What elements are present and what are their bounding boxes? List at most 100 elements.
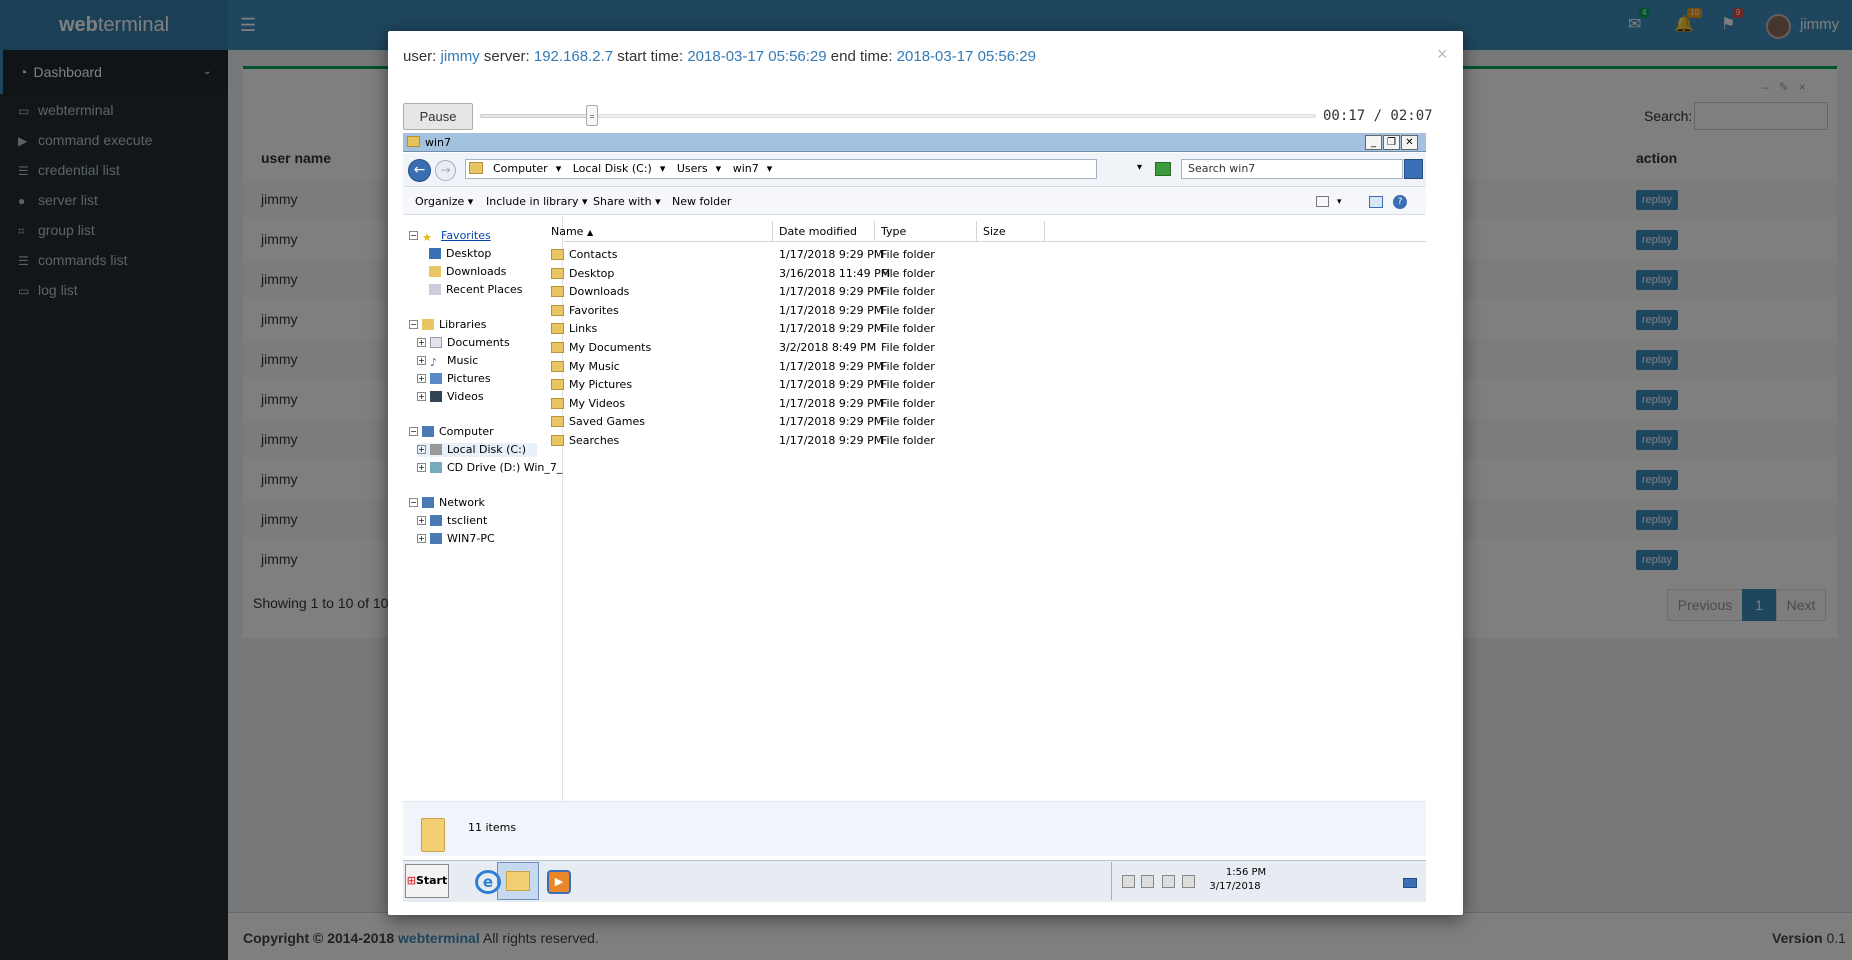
address-dropdown-icon[interactable]: ▾ xyxy=(1137,162,1142,173)
file-type[interactable]: File folder xyxy=(881,322,935,336)
tray-icon[interactable] xyxy=(1141,875,1154,888)
breadcrumb-item[interactable]: win7 xyxy=(733,162,759,175)
file-type-text: File folder xyxy=(881,396,935,410)
file-name[interactable]: My Pictures xyxy=(551,378,632,392)
dropdown-arrow-icon[interactable]: ▾ xyxy=(716,162,722,175)
new-folder-button[interactable]: New folder xyxy=(672,195,731,209)
file-date[interactable]: 1/17/2018 9:29 PM xyxy=(779,322,883,336)
file-date[interactable]: 1/17/2018 9:29 PM xyxy=(779,360,883,374)
nav-computer[interactable]: − Computer xyxy=(409,425,494,439)
nav-music[interactable]: + ♪ Music xyxy=(417,354,478,369)
share-with-menu[interactable]: Share with ▾ xyxy=(593,195,661,209)
internet-explorer-icon[interactable]: e xyxy=(475,870,501,894)
file-name[interactable]: My Videos xyxy=(551,397,625,411)
file-type[interactable]: File folder xyxy=(881,378,935,392)
show-desktop-icon[interactable] xyxy=(1403,878,1417,888)
file-date[interactable]: 1/17/2018 9:29 PM xyxy=(779,248,883,262)
nav-libraries[interactable]: − Libraries xyxy=(409,318,487,332)
nav-network[interactable]: − Network xyxy=(409,496,485,510)
file-name-text: Contacts xyxy=(569,248,618,261)
file-name[interactable]: Favorites xyxy=(551,304,619,318)
dropdown-arrow-icon[interactable]: ▾ xyxy=(556,162,562,175)
restore-icon[interactable]: ❐ xyxy=(1383,135,1400,150)
star-icon: ★ xyxy=(422,231,432,244)
music-icon: ♪ xyxy=(430,356,438,369)
window-titlebar[interactable] xyxy=(403,133,1426,152)
column-size[interactable]: Size xyxy=(977,221,1045,242)
file-date-text: 1/17/2018 9:29 PM xyxy=(779,378,884,392)
file-type[interactable]: File folder xyxy=(881,285,935,299)
file-name[interactable]: My Documents xyxy=(551,341,651,355)
file-type[interactable]: File folder xyxy=(881,267,935,281)
file-date[interactable]: 1/17/2018 9:29 PM xyxy=(779,434,883,448)
column-date-modified[interactable]: Date modified xyxy=(773,221,875,242)
preview-pane-icon[interactable] xyxy=(1369,196,1383,208)
file-date[interactable]: 1/17/2018 9:29 PM xyxy=(779,397,883,411)
view-dropdown-icon[interactable]: ▾ xyxy=(1337,195,1342,209)
network-icon xyxy=(422,497,434,508)
nav-pictures[interactable]: + Pictures xyxy=(417,372,491,386)
remote-screen[interactable]: win7 _ ❐ ✕ ← → Computer ▾ Local Disk (C:)… xyxy=(403,133,1426,902)
dropdown-arrow-icon[interactable]: ▾ xyxy=(660,162,666,175)
nav-favorites[interactable]: − ★ Favorites xyxy=(409,229,491,244)
pause-button[interactable]: Pause xyxy=(403,103,473,130)
file-name[interactable]: Downloads xyxy=(551,285,629,299)
volume-icon[interactable] xyxy=(1182,875,1195,888)
file-type[interactable]: File folder xyxy=(881,360,935,374)
file-type[interactable]: File folder xyxy=(881,341,935,355)
file-name[interactable]: Desktop xyxy=(551,267,614,281)
file-date[interactable]: 1/17/2018 9:29 PM xyxy=(779,285,883,299)
search-icon[interactable] xyxy=(1404,159,1423,179)
forward-arrow-icon[interactable]: → xyxy=(435,160,456,181)
file-type[interactable]: File folder xyxy=(881,415,935,429)
file-name[interactable]: Saved Games xyxy=(551,415,645,429)
nav-local-disk[interactable]: + Local Disk (C:) xyxy=(417,443,537,457)
nav-win7-pc[interactable]: + WIN7-PC xyxy=(417,532,495,546)
close-window-icon[interactable]: ✕ xyxy=(1401,135,1418,150)
clock-time[interactable]: 1:56 PM xyxy=(1225,866,1267,879)
close-icon[interactable]: × xyxy=(1437,44,1448,64)
slider-handle[interactable] xyxy=(586,105,598,126)
dropdown-arrow-icon[interactable]: ▾ xyxy=(767,162,773,175)
organize-menu[interactable]: Organize ▾ xyxy=(415,195,473,209)
media-player-icon[interactable]: ▶ xyxy=(547,870,571,894)
file-type[interactable]: File folder xyxy=(881,248,935,262)
breadcrumb-item[interactable]: Local Disk (C:) xyxy=(573,162,652,175)
refresh-icon[interactable] xyxy=(1155,162,1171,176)
column-type[interactable]: Type xyxy=(875,221,977,242)
file-type[interactable]: File folder xyxy=(881,304,935,318)
nav-documents[interactable]: + Documents xyxy=(417,336,510,350)
windows-logo-icon: ⊞ xyxy=(406,874,416,887)
help-icon[interactable]: ? xyxy=(1393,195,1407,209)
start-button[interactable]: ⊞Start xyxy=(405,864,449,898)
file-name[interactable]: Contacts xyxy=(551,248,618,262)
nav-videos[interactable]: + Videos xyxy=(417,390,484,404)
nav-cd-drive[interactable]: + CD Drive (D:) Win_7_ xyxy=(417,461,562,475)
file-type[interactable]: File folder xyxy=(881,397,935,411)
file-date[interactable]: 1/17/2018 9:29 PM xyxy=(779,304,883,318)
action-center-icon[interactable] xyxy=(1122,875,1135,888)
nav-recent-places[interactable]: Recent Places xyxy=(429,283,523,297)
breadcrumb-item[interactable]: Users xyxy=(677,162,708,175)
breadcrumb-item[interactable]: Computer xyxy=(493,162,548,175)
view-icon[interactable] xyxy=(1316,196,1329,207)
file-date[interactable]: 1/17/2018 9:29 PM xyxy=(779,415,883,429)
back-arrow-icon[interactable]: ← xyxy=(408,159,431,182)
column-name[interactable]: Name ▲ xyxy=(545,221,773,242)
file-type[interactable]: File folder xyxy=(881,434,935,448)
file-date[interactable]: 3/2/2018 8:49 PM xyxy=(779,341,876,355)
nav-desktop[interactable]: Desktop xyxy=(429,247,491,261)
file-date[interactable]: 1/17/2018 9:29 PM xyxy=(779,378,883,392)
search-input[interactable]: Search win7 xyxy=(1181,159,1403,179)
network-tray-icon[interactable] xyxy=(1162,875,1175,888)
file-date[interactable]: 3/16/2018 11:49 PM xyxy=(779,267,890,281)
file-name[interactable]: Searches xyxy=(551,434,619,448)
minimize-icon[interactable]: _ xyxy=(1365,135,1382,150)
file-name[interactable]: Links xyxy=(551,322,597,336)
playback-slider[interactable] xyxy=(480,114,1316,118)
include-in-library-menu[interactable]: Include in library ▾ xyxy=(486,195,587,209)
nav-downloads[interactable]: Downloads xyxy=(429,265,506,279)
nav-tsclient[interactable]: + tsclient xyxy=(417,514,487,528)
clock-date[interactable]: 3/17/2018 xyxy=(1203,880,1267,893)
file-name[interactable]: My Music xyxy=(551,360,620,374)
